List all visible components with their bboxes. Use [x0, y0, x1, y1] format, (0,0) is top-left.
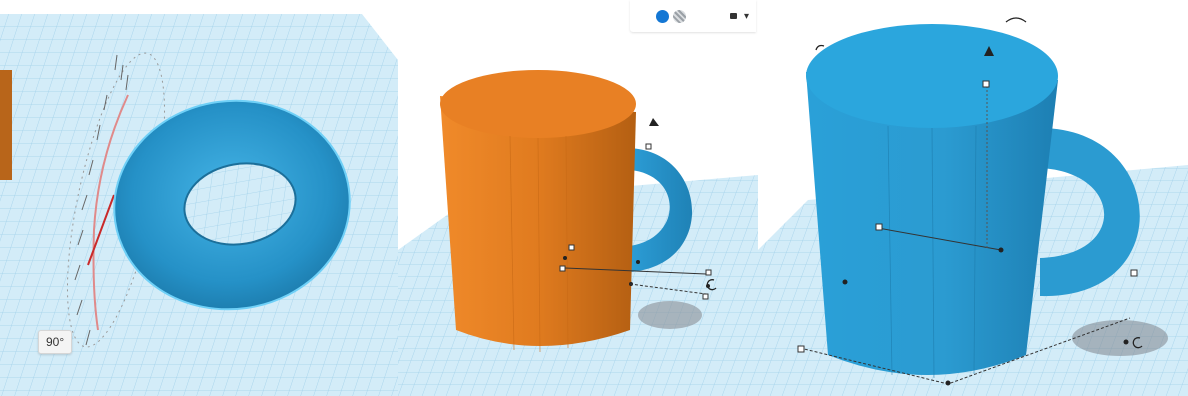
mug-shadow — [1072, 320, 1168, 356]
mug-complete-panel — [758, 0, 1188, 396]
mug-assembly-panel: ▾ — [398, 0, 758, 396]
solid-shape-icon[interactable] — [656, 10, 669, 23]
partial-object-edge — [0, 70, 12, 180]
rotate-torus-panel: 90° — [0, 0, 398, 396]
blue-mug-body-shape[interactable] — [806, 24, 1058, 379]
workplane-canvas-3[interactable] — [758, 0, 1188, 396]
shape-toolbar: ▾ — [630, 0, 756, 32]
hole-shape-icon[interactable] — [673, 10, 686, 23]
rotation-angle-readout: 90° — [38, 330, 73, 354]
workplane-canvas-2[interactable] — [398, 0, 758, 396]
light-bulb-icon[interactable]: ▾ — [744, 11, 749, 22]
handle-shadow — [638, 301, 702, 329]
orange-cylinder-shape[interactable] — [440, 70, 636, 353]
lock-icon[interactable] — [730, 13, 737, 19]
